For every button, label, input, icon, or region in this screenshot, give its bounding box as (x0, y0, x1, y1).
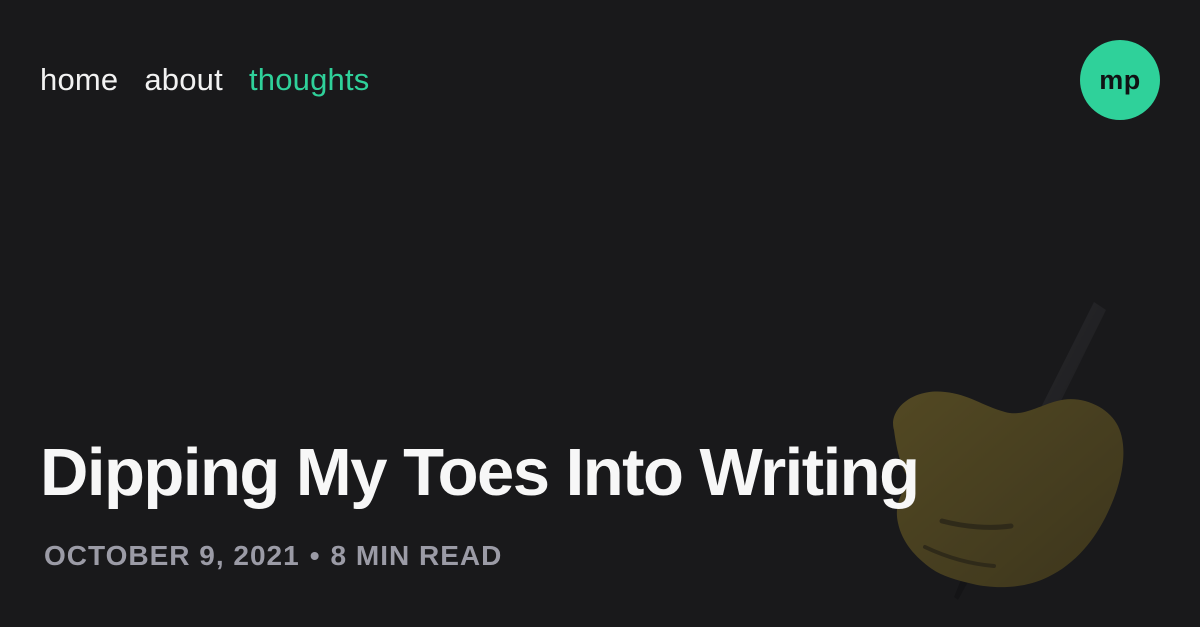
site-logo-button[interactable]: mp (1080, 40, 1160, 120)
main-nav: home about thoughts (40, 60, 369, 100)
post-meta: OCTOBER 9, 2021 • 8 MIN READ (44, 538, 502, 574)
meta-separator: • (309, 540, 321, 571)
read-time: 8 MIN READ (330, 540, 503, 571)
post-title: Dipping My Toes Into Writing (40, 435, 920, 510)
nav-thoughts-link[interactable]: thoughts (249, 60, 370, 100)
nav-home-link[interactable]: home (40, 60, 118, 100)
post-date: OCTOBER 9, 2021 (44, 540, 300, 571)
nav-about-link[interactable]: about (144, 60, 223, 100)
